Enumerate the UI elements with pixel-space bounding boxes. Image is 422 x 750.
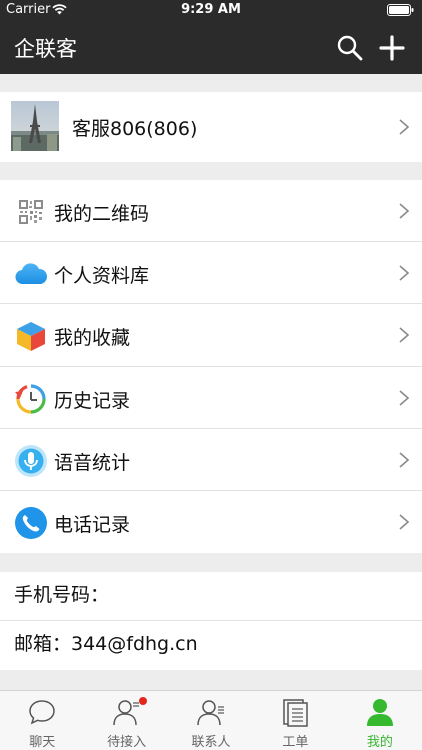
chevron-right-icon [399, 327, 410, 343]
chat-bubble-icon [29, 700, 55, 725]
menu-list: 我的二维码 个人资料库 我的收藏 历史记录 语音统计 电话记录 [0, 180, 422, 554]
clock: 9:29 AM [181, 2, 241, 17]
battery-icon [387, 4, 414, 16]
tab-tickets[interactable]: 工单 [253, 691, 337, 750]
tab-label: 工单 [282, 735, 309, 750]
menu-item-library[interactable]: 个人资料库 [0, 242, 422, 305]
email-row: 邮箱：344@fdhg.cn [14, 633, 198, 655]
add-icon[interactable] [378, 34, 406, 62]
tab-label: 我的 [366, 735, 393, 750]
menu-item-label: 语音统计 [54, 451, 131, 474]
chevron-right-icon [399, 119, 410, 135]
status-bar: Carrier 9:29 AM [0, 0, 422, 20]
tab-label: 待接入 [107, 735, 147, 750]
chevron-right-icon [399, 203, 410, 219]
chevron-right-icon [399, 265, 410, 281]
menu-item-voice-stats[interactable]: 语音统计 [0, 429, 422, 491]
qrcode-icon [19, 200, 43, 224]
menu-item-label: 历史记录 [54, 389, 131, 412]
tab-me[interactable]: 我的 [338, 691, 422, 750]
notification-badge [138, 697, 147, 705]
nav-bar: 企联客 [0, 20, 422, 74]
tab-label: 聊天 [29, 735, 56, 750]
person-icon [366, 699, 393, 726]
microphone-icon [15, 444, 47, 477]
menu-item-label: 我的二维码 [54, 203, 150, 225]
cube-icon [17, 322, 45, 352]
avatar [11, 101, 59, 151]
profile-name: 客服806(806) [72, 118, 198, 140]
chevron-right-icon [399, 389, 410, 406]
tab-label: 联系人 [191, 735, 231, 750]
person-pending-icon [112, 700, 139, 726]
cloud-icon [15, 263, 48, 285]
document-icon [283, 699, 309, 727]
contacts-icon [197, 700, 225, 726]
menu-item-qrcode[interactable]: 我的二维码 [0, 180, 422, 243]
page-title: 企联客 [14, 37, 77, 61]
menu-item-label: 电话记录 [54, 513, 131, 536]
history-clock-icon [15, 383, 46, 414]
menu-item-label: 个人资料库 [54, 265, 150, 288]
tab-bar: 聊天 待接入 联系人 工单 我的 [0, 690, 422, 750]
tab-contacts[interactable]: 联系人 [169, 691, 253, 750]
search-icon[interactable] [336, 34, 364, 62]
profile-row[interactable]: 客服806(806) [0, 92, 422, 162]
menu-item-history[interactable]: 历史记录 [0, 367, 422, 429]
tab-chat[interactable]: 聊天 [0, 691, 84, 750]
phone-icon [15, 506, 47, 539]
menu-item-call-log[interactable]: 电话记录 [0, 491, 422, 553]
tab-pending[interactable]: 待接入 [84, 691, 168, 750]
chevron-right-icon [399, 514, 410, 530]
menu-item-label: 我的收藏 [54, 327, 131, 350]
phone-number-row: 手机号码： [0, 572, 422, 621]
menu-item-favorites[interactable]: 我的收藏 [0, 304, 422, 367]
contact-info: 手机号码： 邮箱：344@fdhg.cn [0, 572, 422, 670]
chevron-right-icon [399, 452, 410, 468]
